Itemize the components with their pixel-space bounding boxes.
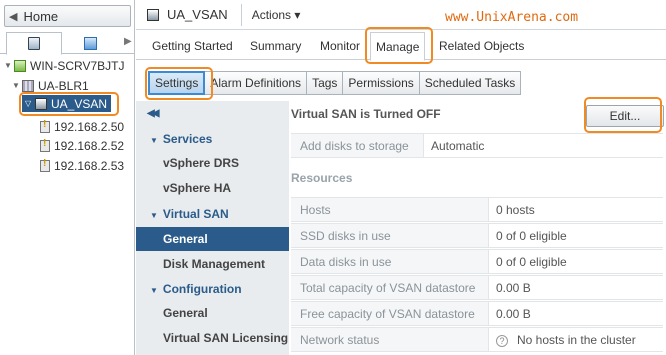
tree-node-label: 192.168.2.53: [54, 158, 125, 173]
nav-group-configuration[interactable]: ▼ Configuration: [150, 282, 242, 296]
group-label: Configuration: [162, 282, 242, 296]
help-icon[interactable]: ?: [496, 334, 508, 347]
tab-tags[interactable]: Tags: [307, 71, 344, 95]
tree-node-host[interactable]: 192.168.2.53: [40, 157, 124, 174]
host-warning-icon: [40, 119, 50, 133]
property-key: SSD disks in use: [291, 224, 489, 247]
property-value: 0.00 B: [496, 280, 531, 295]
property-key: Hosts: [291, 198, 489, 221]
property-row: Hosts 0 hosts: [291, 197, 663, 222]
tree-node-host[interactable]: 192.168.2.52: [40, 137, 124, 154]
property-value: 0.00 B: [496, 306, 531, 321]
tab-settings[interactable]: Settings: [148, 71, 206, 95]
watermark: www.UnixArena.com: [445, 10, 579, 25]
expand-toggle-icon: ▼: [150, 211, 158, 220]
vms-templates-icon: [83, 36, 97, 50]
resources-title: Resources: [291, 171, 353, 185]
back-arrow-icon: ◀: [9, 10, 18, 23]
settings-nav: ◀◀ ▼ Services vSphere DRS vSphere HA ▼ Vir…: [136, 101, 289, 355]
tab-alarm-definitions[interactable]: Alarm Definitions: [205, 71, 308, 95]
nav-item-config-general[interactable]: General: [136, 301, 289, 325]
property-key: Data disks in use: [291, 250, 489, 273]
more-tabs-icon[interactable]: ▶: [124, 36, 132, 47]
nav-group-virtual-san[interactable]: ▼ Virtual SAN: [150, 207, 229, 221]
expand-toggle-icon[interactable]: ▽: [25, 99, 35, 108]
tree-node-datacenter[interactable]: ▼ UA-BLR1: [12, 77, 89, 94]
property-row: SSD disks in use 0 of 0 eligible: [291, 223, 663, 248]
object-header: UA_VSAN Actions ▾: [136, 0, 666, 30]
manage-subtabs: Settings Alarm Definitions Tags Permissi…: [148, 71, 522, 95]
navigator-panel: ◀ Home ▶ ▼ WIN-SCRV7BJTJ ▼ UA-BLR1 ▽ UA_…: [0, 0, 135, 355]
expand-toggle-icon: ▼: [150, 286, 158, 295]
property-key: Network status: [291, 328, 489, 351]
tab-vms-templates[interactable]: [62, 32, 118, 54]
tree-node-host[interactable]: 192.168.2.50: [40, 118, 124, 135]
divider: [240, 3, 242, 26]
property-row: Free capacity of VSAN datastore 0.00 B: [291, 301, 663, 326]
vsan-general-content: Virtual SAN is Turned OFF Edit... Add di…: [291, 101, 666, 355]
nav-item-vsan-licensing[interactable]: Virtual SAN Licensing: [136, 326, 289, 350]
tab-permissions[interactable]: Permissions: [343, 71, 420, 95]
tab-hosts-clusters[interactable]: [6, 32, 62, 55]
tree-node-label: 192.168.2.50: [54, 119, 125, 134]
tree-node-label: 192.168.2.52: [54, 138, 125, 153]
cluster-icon: [147, 8, 159, 21]
expand-toggle-icon: ▼: [150, 136, 158, 145]
cluster-icon: [35, 97, 47, 110]
nav-item-vsphere-ha[interactable]: vSphere HA: [136, 176, 289, 200]
group-label: Services: [162, 132, 213, 146]
nav-group-services[interactable]: ▼ Services: [150, 132, 212, 146]
hosts-clusters-icon: [28, 37, 40, 50]
property-value: 0 of 0 eligible: [496, 228, 567, 243]
collapse-panel-icon[interactable]: ◀◀: [147, 108, 160, 119]
expand-toggle-icon[interactable]: ▼: [4, 61, 14, 70]
tab-scheduled-tasks[interactable]: Scheduled Tasks: [419, 71, 522, 95]
property-key: Total capacity of VSAN datastore: [291, 276, 489, 299]
main-tabs: Getting Started Summary Monitor Manage R…: [136, 32, 666, 61]
edit-button[interactable]: Edit...: [586, 105, 664, 127]
nav-item-vsphere-drs[interactable]: vSphere DRS: [136, 151, 289, 175]
navigator-tabs: ▶: [0, 32, 135, 55]
property-row: Add disks to storage Automatic: [291, 133, 663, 158]
property-value: Automatic: [431, 138, 485, 153]
group-label: Virtual SAN: [162, 207, 229, 221]
property-row: Data disks in use 0 of 0 eligible: [291, 249, 663, 274]
tree-node-cluster[interactable]: ▽ UA_VSAN: [22, 95, 111, 112]
workspace: UA_VSAN Actions ▾ www.UnixArena.com Gett…: [136, 0, 666, 355]
property-key: Free capacity of VSAN datastore: [291, 302, 489, 325]
object-title: UA_VSAN: [167, 7, 228, 22]
vcenter-icon: [14, 59, 26, 72]
nav-item-disk-management[interactable]: Disk Management: [136, 252, 289, 276]
tab-related-objects[interactable]: Related Objects: [439, 39, 524, 53]
actions-menu[interactable]: Actions ▾: [252, 8, 301, 22]
tab-summary[interactable]: Summary: [250, 39, 301, 53]
property-value: ? No hosts in the cluster: [489, 333, 636, 347]
tab-manage[interactable]: Manage: [370, 32, 426, 61]
home-label: Home: [23, 8, 59, 24]
tree-node-vcenter[interactable]: ▼ WIN-SCRV7BJTJ: [4, 57, 124, 74]
tree-node-label: UA_VSAN: [51, 96, 108, 111]
property-value: 0 hosts: [496, 202, 535, 217]
host-warning-icon: [40, 138, 50, 152]
tree-node-label: UA-BLR1: [38, 78, 89, 93]
vsan-status-title: Virtual SAN is Turned OFF: [291, 107, 441, 121]
home-button[interactable]: ◀ Home: [4, 5, 131, 27]
property-row: Network status ? No hosts in the cluster: [291, 327, 663, 352]
nav-item-vsan-general[interactable]: General: [136, 227, 289, 251]
host-warning-icon: [40, 158, 50, 172]
property-value: 0 of 0 eligible: [496, 254, 567, 269]
tree-node-label: WIN-SCRV7BJTJ: [30, 58, 125, 73]
property-row: Total capacity of VSAN datastore 0.00 B: [291, 275, 663, 300]
property-key: Add disks to storage: [291, 134, 424, 157]
datacenter-icon: [22, 79, 34, 92]
tab-getting-started[interactable]: Getting Started: [152, 39, 233, 53]
expand-toggle-icon[interactable]: ▼: [12, 81, 22, 90]
network-status-value: No hosts in the cluster: [517, 332, 636, 347]
tab-monitor[interactable]: Monitor: [320, 39, 360, 53]
